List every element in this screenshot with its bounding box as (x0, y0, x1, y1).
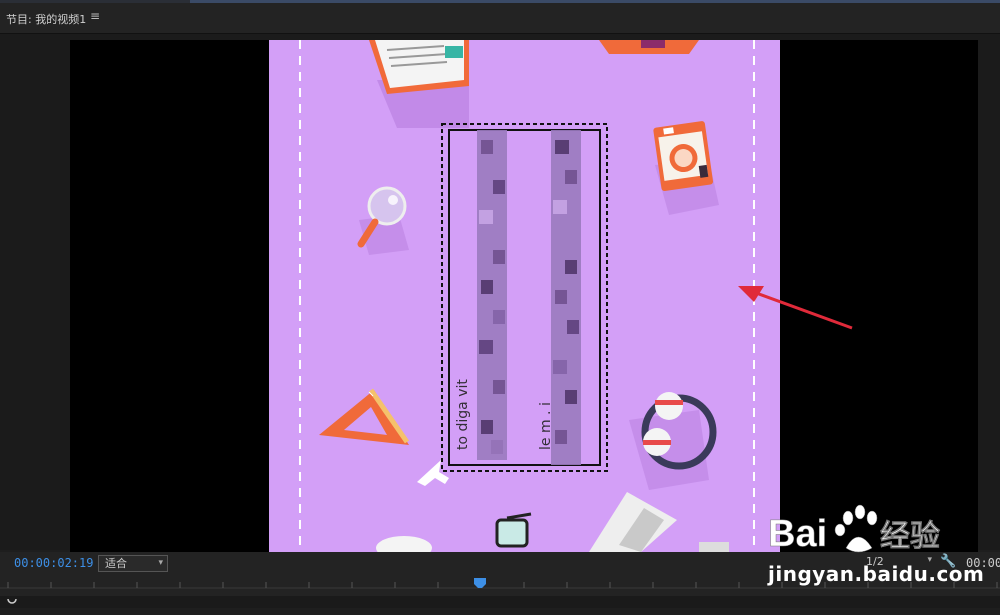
headphones-icon (629, 392, 717, 490)
camera-icon (653, 121, 719, 215)
timeline-scrollbar[interactable] (0, 594, 1000, 608)
panel-title: 节目: 我的视频1 (6, 13, 87, 26)
video-canvas[interactable]: to diga vit le m . i (269, 40, 780, 552)
playhead-icon (474, 578, 486, 588)
watermark-brand-cn: 经验 (880, 519, 940, 554)
magnifier-icon (357, 186, 409, 255)
pixelated-text-left: to diga vit (455, 130, 507, 460)
panel-menu-icon[interactable]: ≡ (90, 9, 100, 23)
fit-zoom-label: 适合 (105, 557, 127, 570)
baidu-paw-icon (834, 504, 878, 553)
svg-text:to diga vit: to diga vit (455, 379, 471, 450)
baidu-watermark: Bai 经验 jingyan.baidu.com (768, 500, 984, 590)
book-icon (599, 40, 699, 54)
watermark-brand: Bai (768, 513, 827, 555)
pixelated-text-right: le m . i (538, 130, 581, 465)
scroll-handle (7, 594, 17, 604)
glasses-icon (495, 512, 532, 548)
document-icon (369, 40, 469, 128)
fit-zoom-dropdown[interactable]: 适合 ▾ (98, 555, 168, 572)
cursor-icon (417, 460, 449, 486)
laptop-icon (589, 492, 729, 552)
cup-icon (376, 536, 432, 552)
current-timecode[interactable]: 00:00:02:19 (14, 556, 93, 570)
annotation-arrow (738, 286, 853, 330)
ruler-triangle-icon (319, 388, 410, 445)
watermark-url: jingyan.baidu.com (768, 562, 985, 586)
program-monitor-header: 节目: 我的视频1 ≡ (0, 3, 1000, 34)
chevron-down-icon: ▾ (158, 558, 163, 568)
svg-text:le m . i: le m . i (538, 402, 554, 450)
